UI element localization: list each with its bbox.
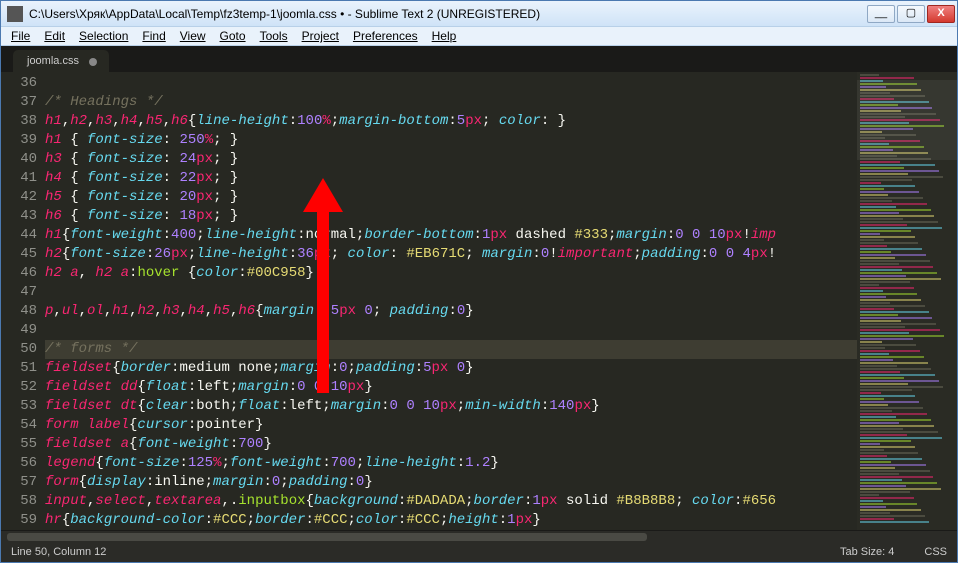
titlebar[interactable]: C:\Users\Хряк\AppData\Local\Temp\fz3temp…: [1, 1, 957, 27]
menu-find[interactable]: Find: [136, 27, 171, 45]
menu-project[interactable]: Project: [296, 27, 345, 45]
minimize-button[interactable]: __: [867, 5, 895, 23]
minimap-viewport[interactable]: [857, 80, 957, 160]
menubar: File Edit Selection Find View Goto Tools…: [1, 27, 957, 46]
status-syntax[interactable]: CSS: [924, 546, 947, 558]
horizontal-scrollbar[interactable]: [1, 530, 957, 542]
menu-preferences[interactable]: Preferences: [347, 27, 424, 45]
editor-area: joomla.css 36373839404142434445464748495…: [1, 46, 957, 562]
tab-joomla-css[interactable]: joomla.css: [13, 50, 109, 72]
menu-help[interactable]: Help: [426, 27, 463, 45]
app-window: C:\Users\Хряк\AppData\Local\Temp\fz3temp…: [0, 0, 958, 563]
maximize-button[interactable]: ▢: [897, 5, 925, 23]
status-position[interactable]: Line 50, Column 12: [11, 546, 106, 558]
close-button[interactable]: X: [927, 5, 955, 23]
code-content[interactable]: 3637383940414243444546474849505152535455…: [1, 72, 957, 530]
menu-edit[interactable]: Edit: [38, 27, 71, 45]
scrollbar-thumb[interactable]: [7, 533, 647, 541]
menu-goto[interactable]: Goto: [214, 27, 252, 45]
menu-tools[interactable]: Tools: [254, 27, 294, 45]
tab-label: joomla.css: [27, 55, 79, 67]
window-title: C:\Users\Хряк\AppData\Local\Temp\fz3temp…: [29, 7, 867, 21]
tabstrip: joomla.css: [1, 46, 957, 72]
tab-dirty-icon: [89, 58, 97, 66]
menu-view[interactable]: View: [174, 27, 212, 45]
app-icon: [7, 6, 23, 22]
minimap[interactable]: [857, 72, 957, 530]
menu-file[interactable]: File: [5, 27, 36, 45]
statusbar: Line 50, Column 12 Tab Size: 4 CSS: [1, 542, 957, 562]
gutter: 3637383940414243444546474849505152535455…: [1, 72, 45, 530]
menu-selection[interactable]: Selection: [73, 27, 134, 45]
code-lines[interactable]: /* Headings */h1,h2,h3,h4,h5,h6{line-hei…: [45, 72, 857, 530]
status-tab-size[interactable]: Tab Size: 4: [840, 546, 894, 558]
